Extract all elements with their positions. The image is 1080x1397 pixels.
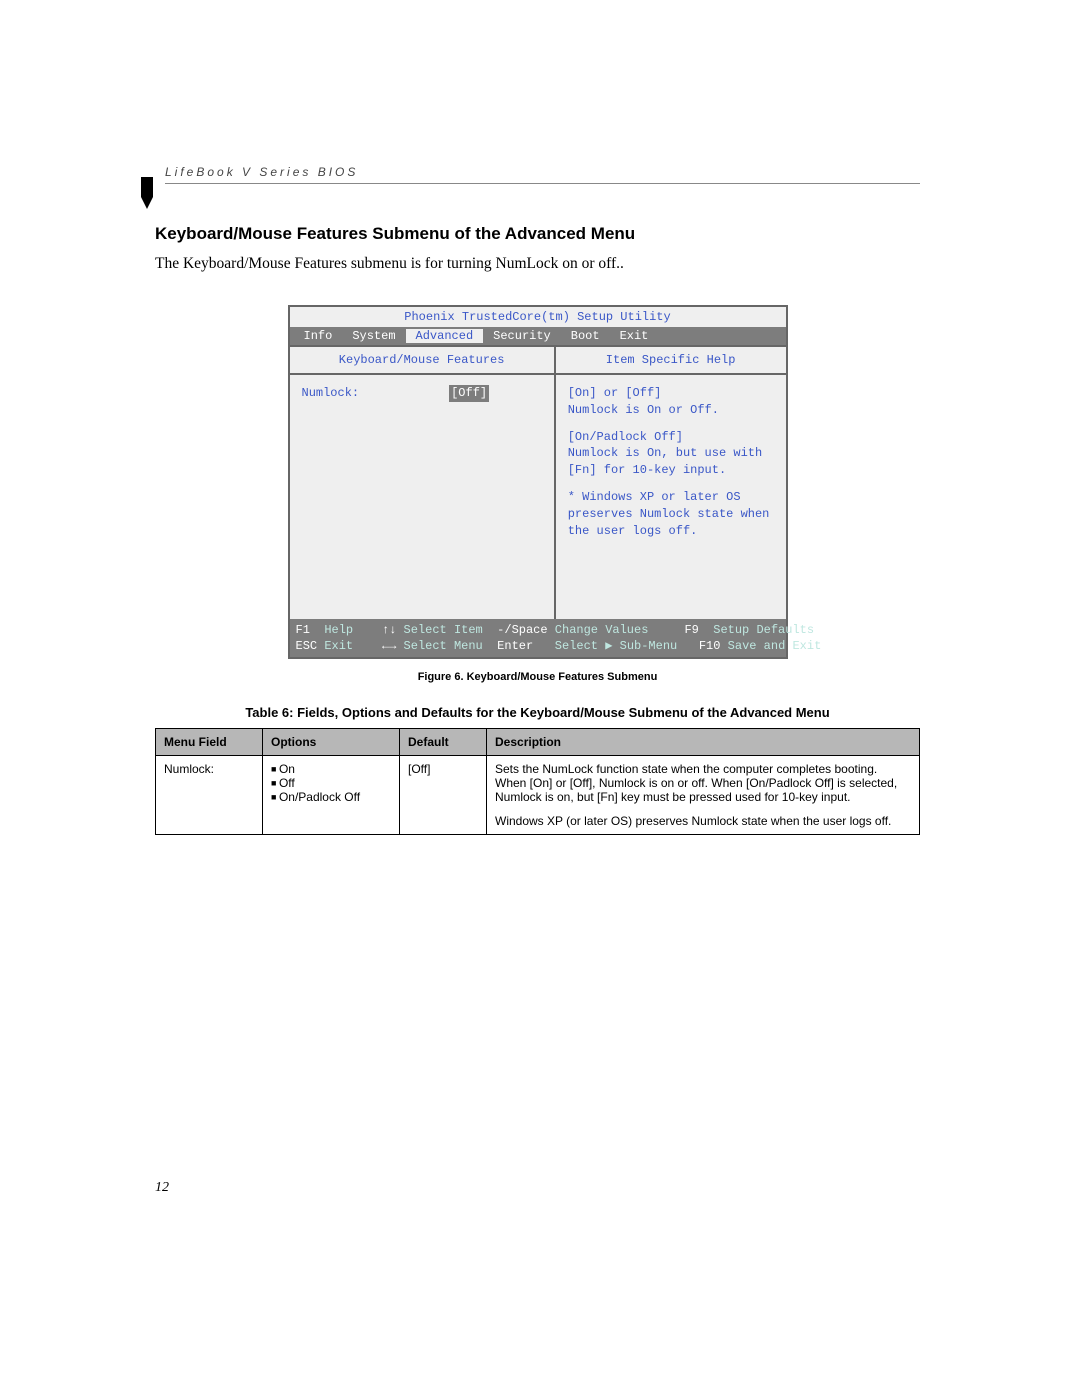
bios-window: Phoenix TrustedCore(tm) Setup Utility In… bbox=[288, 305, 788, 659]
help-line: Numlock is On or Off. bbox=[568, 402, 774, 419]
footer-label: Select Menu bbox=[404, 638, 483, 654]
help-text: [On] or [Off] Numlock is On or Off. [On/… bbox=[556, 375, 786, 549]
option-item: On bbox=[271, 762, 391, 776]
option-item: Off bbox=[271, 776, 391, 790]
footer-label: Select ▶ Sub-Menu bbox=[555, 638, 677, 654]
numlock-label: Numlock: bbox=[302, 385, 360, 402]
footer-label: Select Item bbox=[404, 622, 483, 638]
footer-label: Help bbox=[324, 622, 353, 638]
footer-label: Setup Defaults bbox=[713, 622, 814, 638]
help-panel-title: Item Specific Help bbox=[556, 347, 786, 375]
table-caption: Table 6: Fields, Options and Defaults fo… bbox=[155, 705, 920, 720]
col-options: Options bbox=[263, 729, 400, 756]
bios-body: Keyboard/Mouse Features Numlock: [Off] I… bbox=[290, 345, 786, 619]
footer-key: -/Space bbox=[497, 622, 547, 638]
running-header: LifeBook V Series BIOS bbox=[165, 165, 920, 184]
table-header-row: Menu Field Options Default Description bbox=[156, 729, 920, 756]
header-arrow-icon bbox=[137, 177, 159, 211]
option-item: On/Padlock Off bbox=[271, 790, 391, 804]
help-line: [On/Padlock Off] bbox=[568, 429, 774, 446]
bios-utility-title: Phoenix TrustedCore(tm) Setup Utility bbox=[290, 307, 786, 327]
menu-security[interactable]: Security bbox=[483, 329, 561, 343]
footer-key: F10 bbox=[699, 638, 721, 654]
footer-label: Exit bbox=[324, 638, 353, 654]
help-line: [On] or [Off] bbox=[568, 385, 774, 402]
fields-table: Menu Field Options Default Description N… bbox=[155, 728, 920, 835]
left-panel-title: Keyboard/Mouse Features bbox=[290, 347, 554, 375]
menu-advanced[interactable]: Advanced bbox=[406, 329, 484, 343]
desc-paragraph: Sets the NumLock function state when the… bbox=[495, 762, 911, 804]
footer-key: ↑↓ bbox=[382, 622, 396, 638]
footer-label: Save and Exit bbox=[728, 638, 822, 654]
left-panel-content: Numlock: [Off] bbox=[290, 375, 554, 412]
table-row: Numlock: On Off On/Padlock Off [Off] Set… bbox=[156, 756, 920, 835]
cell-description: Sets the NumLock function state when the… bbox=[487, 756, 920, 835]
numlock-value[interactable]: [Off] bbox=[449, 385, 489, 402]
intro-paragraph: The Keyboard/Mouse Features submenu is f… bbox=[155, 254, 920, 275]
footer-label: Change Values bbox=[555, 622, 649, 638]
menu-info[interactable]: Info bbox=[294, 329, 343, 343]
col-default: Default bbox=[400, 729, 487, 756]
footer-key: F1 bbox=[296, 622, 310, 638]
col-description: Description bbox=[487, 729, 920, 756]
footer-key: ←→ bbox=[382, 638, 396, 654]
figure-caption: Figure 6. Keyboard/Mouse Features Submen… bbox=[155, 671, 920, 683]
cell-default: [Off] bbox=[400, 756, 487, 835]
cell-options: On Off On/Padlock Off bbox=[263, 756, 400, 835]
footer-key: ESC bbox=[296, 638, 318, 654]
col-menu-field: Menu Field bbox=[156, 729, 263, 756]
help-line: Numlock is On, but use with [Fn] for 10-… bbox=[568, 445, 774, 479]
menu-exit[interactable]: Exit bbox=[610, 329, 659, 343]
footer-key: Enter bbox=[497, 638, 533, 654]
desc-paragraph: Windows XP (or later OS) preserves Numlo… bbox=[495, 814, 911, 828]
bios-help-panel: Item Specific Help [On] or [Off] Numlock… bbox=[556, 347, 786, 619]
bios-left-panel: Keyboard/Mouse Features Numlock: [Off] bbox=[290, 347, 556, 619]
section-heading: Keyboard/Mouse Features Submenu of the A… bbox=[155, 224, 920, 244]
help-line: * Windows XP or later OS preserves Numlo… bbox=[568, 489, 774, 539]
document-page: LifeBook V Series BIOS Keyboard/Mouse Fe… bbox=[155, 165, 920, 835]
bios-top-menu: Info System Advanced Security Boot Exit bbox=[290, 327, 786, 345]
bios-footer: F1 Help ↑↓ Select Item -/Space Change Va… bbox=[290, 619, 786, 657]
page-number: 12 bbox=[155, 1180, 169, 1196]
menu-system[interactable]: System bbox=[342, 329, 405, 343]
footer-key: F9 bbox=[684, 622, 698, 638]
cell-menu-field: Numlock: bbox=[156, 756, 263, 835]
menu-boot[interactable]: Boot bbox=[561, 329, 610, 343]
